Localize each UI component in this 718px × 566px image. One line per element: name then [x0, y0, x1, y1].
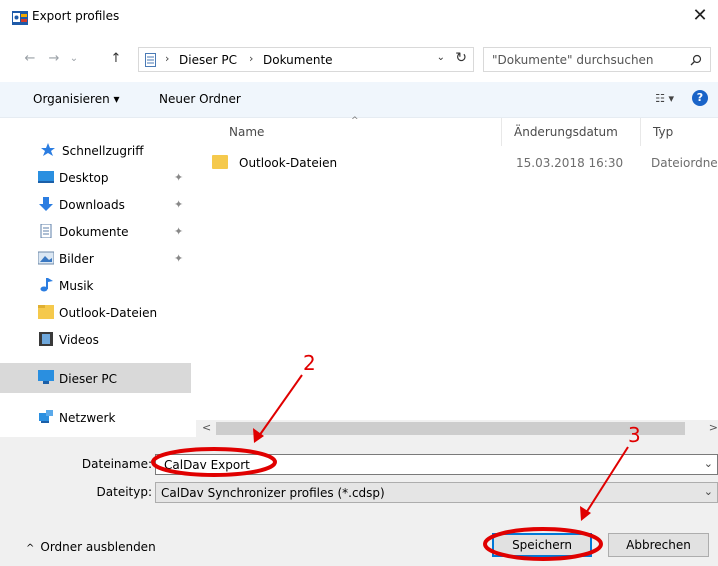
refresh-icon[interactable]: ↻ — [455, 50, 467, 66]
folder-icon — [212, 155, 228, 169]
sidebar-item-music[interactable]: Musik — [0, 273, 191, 299]
scroll-left-icon[interactable]: < — [202, 421, 211, 434]
window-title: Export profiles — [32, 9, 120, 23]
hide-folders-toggle[interactable]: ^ Ordner ausblenden — [26, 540, 156, 554]
filetype-value: CalDav Synchronizer profiles (*.cdsp) — [161, 486, 385, 500]
filename-input[interactable]: CalDav Export ⌄ — [155, 454, 718, 475]
search-icon[interactable] — [690, 54, 702, 66]
filename-label: Dateiname: — [81, 457, 152, 471]
computer-icon — [38, 370, 54, 384]
chevron-down-icon[interactable]: ⌄ — [704, 457, 713, 470]
sidebar-item-outlook-files[interactable]: Outlook-Dateien — [0, 300, 191, 326]
scroll-thumb[interactable] — [216, 422, 685, 435]
sidebar-item-label: Dieser PC — [59, 372, 117, 386]
chevron-up-icon: ^ — [26, 543, 35, 554]
new-folder-button[interactable]: Neuer Ordner — [159, 92, 241, 106]
pin-icon: ✦ — [174, 198, 184, 211]
sidebar-item-label: Dokumente — [59, 225, 129, 239]
sidebar-item-pictures[interactable]: Bilder ✦ — [0, 246, 191, 272]
address-dropdown-icon[interactable]: ⌄ — [437, 52, 445, 63]
navigation-pane: Schnellzugriff Desktop ✦ Downloads ✦ Dok… — [0, 118, 191, 436]
network-icon — [39, 410, 53, 423]
column-header-date[interactable]: Änderungsdatum — [514, 125, 618, 139]
outlook-icon — [12, 11, 28, 25]
forward-arrow-icon[interactable]: → — [45, 50, 63, 68]
view-options-icon[interactable]: ☷ ▾ — [655, 92, 674, 105]
filetype-select[interactable]: CalDav Synchronizer profiles (*.cdsp) ⌄ — [155, 482, 718, 503]
pin-icon: ✦ — [174, 252, 184, 265]
annotation-step-2: 2 — [303, 351, 316, 375]
filename-value: CalDav Export — [164, 458, 250, 472]
document-icon — [40, 224, 52, 238]
file-date: 15.03.2018 16:30 — [516, 156, 624, 170]
save-form: Dateiname: CalDav Export ⌄ Dateityp: Cal… — [0, 437, 718, 566]
column-header-name[interactable]: Name — [229, 125, 264, 139]
document-location-icon — [145, 53, 156, 67]
sidebar-item-documents[interactable]: Dokumente ✦ — [0, 219, 191, 245]
sidebar-item-quick-access[interactable]: Schnellzugriff — [0, 138, 191, 164]
column-divider[interactable] — [501, 118, 502, 146]
breadcrumb-dokumente[interactable]: Dokumente — [263, 53, 333, 67]
sort-ascending-icon: ^ — [351, 116, 359, 126]
command-toolbar: Organisieren ▾ Neuer Ordner ☷ ▾ ? — [0, 82, 718, 118]
sidebar-item-label: Videos — [59, 333, 99, 347]
organize-button[interactable]: Organisieren ▾ — [33, 92, 120, 106]
sidebar-item-label: Outlook-Dateien — [59, 306, 158, 320]
search-placeholder: "Dokumente" durchsuchen — [492, 53, 654, 67]
sidebar-item-label: Downloads — [59, 198, 125, 212]
column-header-type[interactable]: Typ — [653, 125, 673, 139]
title-bar: Export profiles ✕ — [0, 0, 718, 32]
folder-icon — [38, 305, 54, 319]
close-icon[interactable]: ✕ — [688, 4, 712, 28]
search-input[interactable]: "Dokumente" durchsuchen — [483, 47, 711, 72]
sidebar-item-label: Bilder — [59, 252, 94, 266]
sidebar-item-this-pc[interactable]: Dieser PC — [0, 363, 191, 393]
breadcrumb-separator: › — [249, 52, 254, 65]
up-arrow-icon[interactable]: ↑ — [107, 50, 125, 68]
column-divider[interactable] — [640, 118, 641, 146]
cancel-button[interactable]: Abbrechen — [608, 533, 709, 557]
scroll-right-icon[interactable]: > — [709, 421, 718, 434]
video-icon — [39, 332, 53, 346]
pin-icon: ✦ — [174, 225, 184, 238]
breadcrumb-separator: › — [165, 52, 170, 65]
sidebar-item-label: Schnellzugriff — [62, 144, 144, 158]
music-icon — [40, 278, 53, 292]
pin-icon: ✦ — [174, 171, 184, 184]
hide-folders-label: Ordner ausblenden — [40, 540, 156, 554]
sidebar-item-desktop[interactable]: Desktop ✦ — [0, 165, 191, 191]
chevron-down-icon[interactable]: ⌄ — [704, 485, 713, 498]
recent-locations-icon[interactable]: ⌄ — [65, 50, 83, 68]
desktop-icon — [38, 171, 54, 183]
sidebar-item-label: Musik — [59, 279, 94, 293]
file-list: Name ^ Änderungsdatum Typ Outlook-Dateie… — [191, 116, 718, 420]
sidebar-item-label: Desktop — [59, 171, 109, 185]
list-item[interactable]: Outlook-Dateien 15.03.2018 16:30 Dateior… — [206, 152, 718, 174]
file-name: Outlook-Dateien — [239, 156, 338, 170]
breadcrumb-dieser-pc[interactable]: Dieser PC — [179, 53, 237, 67]
sidebar-item-label: Netzwerk — [59, 411, 116, 425]
star-icon — [41, 143, 55, 156]
pictures-icon — [38, 251, 54, 265]
back-arrow-icon[interactable]: ← — [21, 50, 39, 68]
address-bar[interactable]: › Dieser PC › Dokumente ⌄ ↻ — [138, 47, 474, 72]
download-icon — [39, 197, 53, 211]
sidebar-item-videos[interactable]: Videos — [0, 327, 191, 353]
filetype-label: Dateityp: — [96, 485, 152, 499]
sidebar-item-downloads[interactable]: Downloads ✦ — [0, 192, 191, 218]
save-button[interactable]: Speichern — [492, 533, 592, 557]
file-type: Dateiordner — [651, 156, 718, 170]
sidebar-item-network[interactable]: Netzwerk — [0, 405, 191, 431]
annotation-step-3: 3 — [628, 423, 641, 447]
help-icon[interactable]: ? — [692, 90, 708, 106]
